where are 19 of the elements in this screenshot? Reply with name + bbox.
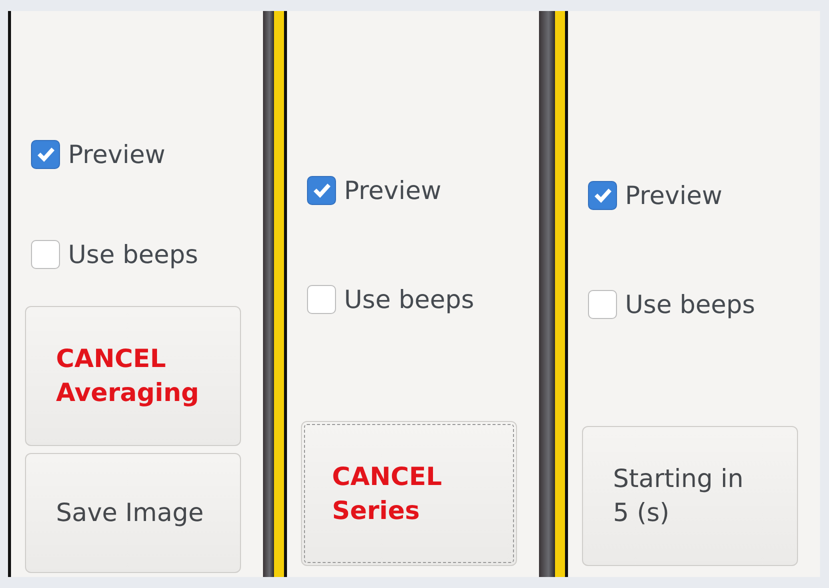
checkbox-label: Preview [68, 140, 166, 168]
checkbox-label: Use beeps [344, 284, 474, 314]
action-button[interactable]: Starting in 5 (s) [582, 426, 798, 566]
checkbox[interactable] [31, 240, 60, 268]
action-button[interactable]: Save Image [25, 453, 241, 573]
checkbox[interactable] [31, 140, 60, 168]
check-icon [592, 187, 612, 203]
cancel-button[interactable]: CANCEL Series [301, 421, 517, 566]
checkbox[interactable] [307, 284, 336, 314]
checkbox-label: Preview [344, 176, 442, 204]
checkbox-label: Use beeps [625, 290, 756, 318]
checkbox[interactable] [588, 290, 617, 318]
checkbox-label: Preview [625, 180, 722, 210]
checkbox-label: Use beeps [68, 240, 198, 268]
check-icon [312, 182, 332, 198]
check-icon [36, 146, 56, 162]
checkbox[interactable] [307, 176, 336, 204]
cancel-button[interactable]: CANCEL Averaging [25, 306, 241, 446]
checkbox[interactable] [588, 180, 617, 210]
